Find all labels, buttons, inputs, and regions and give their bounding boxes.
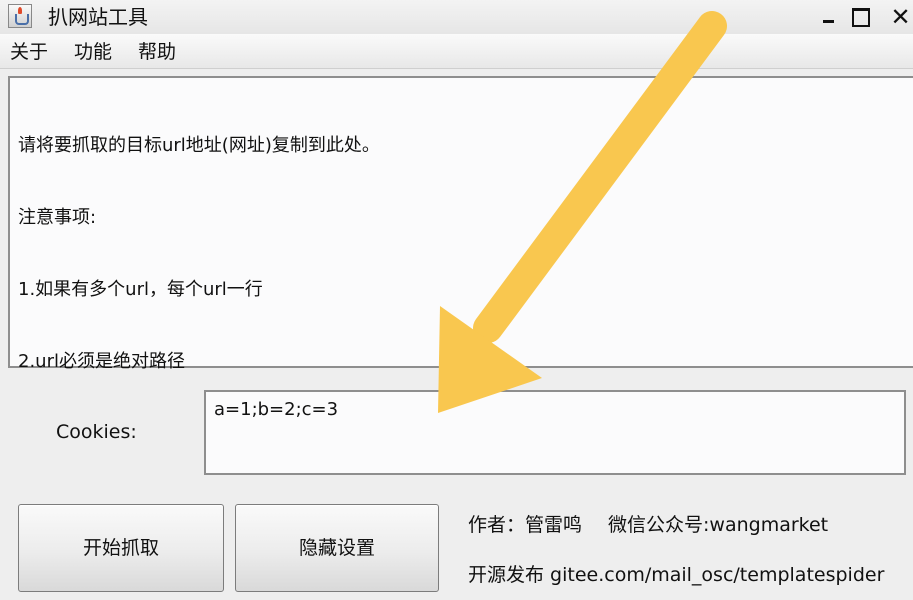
author-info: 作者：管雷鸣 微信公众号:wangmarket bbox=[468, 513, 828, 537]
url-note-1: 1.如果有多个url，每个url一行 bbox=[18, 279, 263, 300]
title-bar[interactable]: 扒网站工具 ✕ bbox=[0, 0, 913, 34]
url-instruction-line: 请将要抓取的目标url地址(网址)复制到此处。 bbox=[18, 135, 380, 156]
hide-settings-button[interactable]: 隐藏设置 bbox=[235, 504, 439, 592]
menu-help[interactable]: 帮助 bbox=[138, 40, 176, 64]
maximize-icon[interactable] bbox=[850, 6, 872, 28]
cookies-input[interactable]: a=1;b=2;c=3 bbox=[204, 390, 906, 475]
menu-about[interactable]: 关于 bbox=[10, 40, 48, 64]
menu-function[interactable]: 功能 bbox=[74, 40, 112, 64]
source-link[interactable]: 开源发布 gitee.com/mail_osc/templatespider bbox=[468, 563, 884, 587]
wechat-text: 微信公众号:wangmarket bbox=[608, 514, 829, 536]
app-window: 扒网站工具 ✕ 关于 功能 帮助 请将要抓取的目标url地址(网址)复制到此处。… bbox=[0, 0, 913, 600]
url-notes-heading: 注意事项: bbox=[18, 207, 97, 228]
start-crawl-button[interactable]: 开始抓取 bbox=[18, 504, 224, 592]
minimize-icon[interactable] bbox=[818, 6, 840, 28]
menu-bar: 关于 功能 帮助 bbox=[0, 34, 913, 69]
author-text: 作者：管雷鸣 bbox=[468, 514, 583, 536]
close-icon[interactable]: ✕ bbox=[888, 5, 913, 29]
url-note-2: 2.url必须是绝对路径 bbox=[18, 351, 185, 372]
cookies-label: Cookies: bbox=[56, 421, 137, 443]
window-title: 扒网站工具 bbox=[48, 5, 148, 29]
java-cup-icon bbox=[8, 4, 32, 28]
url-input-textarea[interactable]: 请将要抓取的目标url地址(网址)复制到此处。 注意事项: 1.如果有多个url… bbox=[8, 76, 913, 372]
